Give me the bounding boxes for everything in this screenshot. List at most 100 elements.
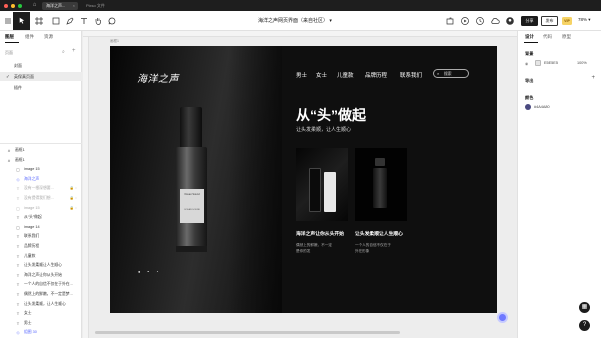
qq-icon[interactable]: ◔ [156, 269, 158, 274]
add-export-icon[interactable]: + [591, 75, 595, 81]
nav-kids[interactable]: 儿童款 [337, 71, 354, 79]
headline[interactable]: 从“头”做起 [296, 105, 366, 125]
layer-row[interactable]: T 没有一根深想要... 🔒 ◌ [0, 184, 82, 193]
frame-label[interactable]: 画框1 [110, 39, 119, 44]
layer-row[interactable]: ▢ image 15 [0, 165, 82, 174]
card-title[interactable]: 让头发柔顺让人生顺心 [355, 230, 403, 237]
vip-badge[interactable]: VIP [562, 17, 572, 25]
hand-tool-icon[interactable] [93, 16, 103, 26]
bottle-cap [180, 107, 202, 147]
layer-row[interactable]: # 画框1 [0, 156, 82, 165]
plugin-icon[interactable] [445, 16, 455, 26]
layer-row[interactable]: T 品牌历程 [0, 242, 82, 251]
menu-icon[interactable] [3, 16, 13, 26]
tab-layers[interactable]: 图层 [5, 34, 14, 40]
comment-tool-icon[interactable] [107, 16, 117, 26]
card-title[interactable]: 海洋之声让你从头开始 [296, 230, 344, 237]
background-opacity[interactable]: 100% [577, 61, 587, 65]
layout-grid-button[interactable]: ▦ [579, 302, 590, 313]
zoom-level[interactable]: 78% ▾ [578, 17, 591, 23]
lock-visibility-icon[interactable]: 🔒 ◌ [70, 204, 77, 213]
help-button[interactable]: ? [579, 320, 590, 331]
maximize-window-button[interactable] [18, 3, 22, 8]
frame-tool-icon[interactable] [34, 16, 44, 26]
avatar[interactable] [505, 16, 515, 26]
lock-visibility-icon[interactable]: 🔒 ◌ [70, 184, 77, 193]
design-search[interactable]: ⌕ 搜索 [433, 69, 469, 78]
layer-row[interactable]: ▢ image 15 🔒 ◌ [0, 204, 82, 213]
rectangle-tool-icon[interactable] [51, 16, 61, 26]
layer-row[interactable]: T 联系我们 [0, 232, 82, 241]
tab-code[interactable]: 代码 [543, 34, 552, 40]
close-tab-icon[interactable]: × [73, 2, 75, 10]
search-icon: ⌕ [437, 71, 440, 76]
layer-row[interactable]: T 男士 [0, 319, 82, 328]
nav-contact[interactable]: 联系我们 [400, 71, 422, 79]
text-tool-icon[interactable] [79, 16, 89, 26]
chevron-down-icon[interactable]: ▾ [329, 18, 332, 24]
nav-history[interactable]: 品牌历程 [365, 71, 387, 79]
share-button[interactable]: 分享 [521, 16, 538, 26]
os-tab-active[interactable]: 海洋之声... × [42, 1, 78, 10]
publish-button[interactable]: 发布 [541, 16, 558, 26]
product-card-image[interactable] [355, 148, 407, 221]
horizontal-scrollbar[interactable] [95, 331, 400, 334]
layer-row[interactable]: T 海洋之声让你从头开始 [0, 271, 82, 280]
page-label: 插件 [14, 85, 22, 90]
page-item-cover[interactable]: 封面 [0, 61, 82, 70]
layer-row[interactable]: T 让头发柔顺让人生顺心 [0, 261, 82, 270]
layer-label: 让头发柔顺，让人生顺心 [24, 301, 66, 306]
layer-row[interactable]: T 女士 [0, 309, 82, 318]
background-hex[interactable]: E5E5E5 [544, 61, 558, 65]
cloud-icon[interactable] [490, 16, 500, 26]
layer-row[interactable]: # 画框1 [0, 146, 82, 155]
pen-tool-icon[interactable] [65, 16, 75, 26]
layer-row[interactable]: ◇ 海洋之声 [0, 175, 82, 184]
tab-assets[interactable]: 资源 [44, 34, 53, 40]
background-swatch[interactable] [535, 60, 541, 66]
tab-prototype[interactable]: 原型 [562, 34, 571, 40]
weibo-icon[interactable]: ◓ [147, 269, 149, 274]
layer-row[interactable]: T 一个人的自信不仅在于外在... [0, 280, 82, 289]
close-window-button[interactable] [4, 3, 8, 8]
card-description[interactable]: 偶然上的鲜嫩，不一定 [296, 243, 332, 248]
lock-visibility-icon[interactable]: 🔒 ◌ [70, 194, 77, 203]
color-hex[interactable]: #4A4A80 [534, 105, 550, 109]
tab-components[interactable]: 组件 [25, 34, 34, 40]
brand-logo[interactable]: 海洋之声 [137, 70, 179, 85]
color-swatch[interactable] [525, 104, 531, 110]
os-tab[interactable]: Pixso 文件 [82, 2, 118, 10]
layer-row[interactable]: T 儿童款 [0, 252, 82, 261]
layer-row[interactable]: T 没有提得我们想... 🔒 ◌ [0, 194, 82, 203]
document-title[interactable]: 海洋之声网页界面（来自社区） ▾ [258, 17, 332, 24]
page-item-active[interactable]: ✓ 英保真页面 [0, 72, 82, 81]
layer-row[interactable]: T 偶然上的鲜嫩，不一定是梦... [0, 290, 82, 299]
search-icon[interactable]: ⌕ [62, 49, 65, 55]
page-item-plugin[interactable]: 插件 [0, 83, 82, 92]
card-description[interactable]: 是你的发 [296, 249, 310, 254]
card-description[interactable]: 一个人的自信不仅在于 [355, 243, 391, 248]
product-card-image[interactable] [296, 148, 348, 221]
nav-men[interactable]: 男士 [296, 71, 307, 79]
home-icon[interactable]: ⌂ [31, 2, 38, 9]
card-description[interactable]: 外在形象 [355, 249, 369, 254]
layer-row[interactable]: ▢ image 14 [0, 223, 82, 232]
ai-assistant-button[interactable] [497, 312, 508, 323]
minimize-window-button[interactable] [11, 3, 15, 8]
design-frame[interactable]: 海洋之声 Ocean Sound OCEAN SOUND ● ◓ ◔ 男士 女士… [110, 46, 497, 313]
layer-row[interactable]: T 从“头”做起 [0, 213, 82, 222]
wechat-icon[interactable]: ● [138, 269, 140, 274]
eye-icon[interactable]: ◉ [525, 61, 528, 66]
layer-row[interactable]: ◇ 组图 30 [0, 328, 82, 337]
layer-row[interactable]: T 让头发柔顺，让人生顺心 [0, 300, 82, 309]
layer-type-icon: T [16, 301, 20, 307]
play-icon[interactable] [460, 16, 470, 26]
layer-label: 组图 30 [24, 330, 37, 335]
layer-label: 海洋之声让你从头开始 [24, 272, 62, 277]
nav-women[interactable]: 女士 [316, 71, 327, 79]
tab-design[interactable]: 设计 [525, 34, 534, 40]
move-tool-button[interactable] [13, 12, 30, 30]
history-icon[interactable] [475, 16, 485, 26]
subheadline[interactable]: 让头发柔顺，让人生顺心 [296, 126, 351, 133]
add-page-icon[interactable]: + [72, 48, 76, 54]
